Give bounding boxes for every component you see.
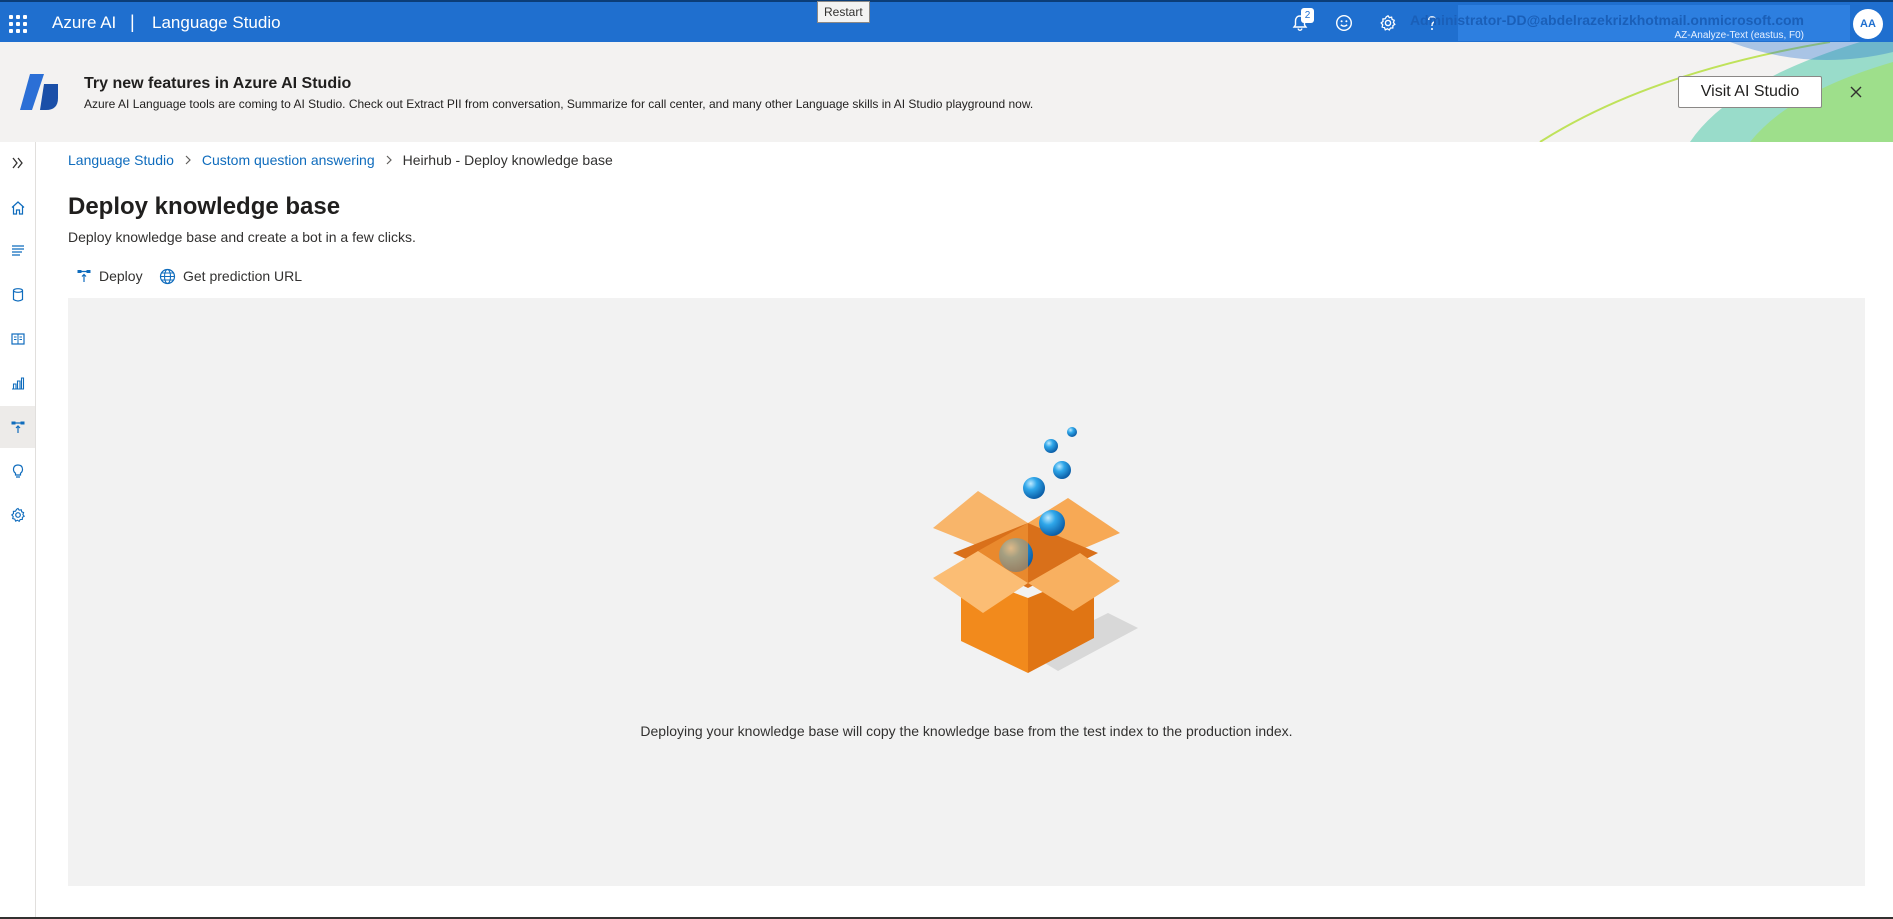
get-prediction-url-button[interactable]: Get prediction URL (159, 264, 302, 288)
account-subtitle: AZ-Analyze-Text (eastus, F0) (1674, 30, 1804, 41)
brand-link[interactable]: Azure AI (52, 13, 116, 33)
globe-icon (159, 268, 176, 284)
avatar[interactable]: AA (1853, 9, 1883, 39)
get-prediction-url-label: Get prediction URL (183, 268, 303, 284)
close-icon[interactable] (1846, 82, 1866, 102)
page-title: Deploy knowledge base (68, 193, 341, 220)
breadcrumb-language-studio[interactable]: Language Studio (68, 152, 174, 168)
top-bar: Azure AI | Language Studio 2 Administrat… (0, 0, 1893, 42)
chevron-right-icon (184, 155, 192, 165)
bell-icon[interactable]: 2 (1288, 8, 1314, 35)
lightbulb-icon[interactable] (0, 450, 35, 492)
home-icon[interactable] (0, 187, 35, 229)
banner-text: Azure AI Language tools are coming to AI… (84, 97, 1034, 111)
left-navigation (0, 142, 36, 919)
breadcrumb: Language Studio Custom question answerin… (68, 152, 613, 168)
database-icon[interactable] (0, 274, 35, 316)
chevron-right-icon (385, 155, 393, 165)
deploy-button[interactable]: Deploy (76, 264, 143, 288)
expand-icon[interactable] (0, 142, 35, 184)
text-icon[interactable] (0, 230, 35, 272)
settings-icon[interactable] (0, 494, 35, 536)
product-name[interactable]: Language Studio (152, 13, 281, 33)
deploy-icon (77, 270, 91, 282)
restart-tooltip: Restart (817, 1, 870, 23)
page-subtitle: Deploy knowledge base and create a bot i… (68, 229, 416, 245)
deploy-panel: Deploying your knowledge base will copy … (68, 298, 1865, 886)
deploy-icon[interactable] (0, 406, 35, 448)
gear-icon[interactable] (1376, 11, 1400, 35)
deploy-label: Deploy (99, 268, 143, 284)
azure-ai-studio-logo (18, 68, 62, 116)
smiley-icon[interactable] (1332, 11, 1356, 35)
waffle-icon[interactable] (9, 15, 27, 33)
breadcrumb-custom-question-answering[interactable]: Custom question answering (202, 152, 375, 168)
promo-banner: Try new features in Azure AI Studio Azur… (0, 42, 1893, 142)
banner-title: Try new features in Azure AI Studio (84, 75, 352, 92)
deploy-message: Deploying your knowledge base will copy … (640, 723, 1293, 739)
brand-separator: | (130, 12, 135, 32)
account-area[interactable]: Administrator-DD@abdelrazekrizkhotmail.o… (1410, 5, 1850, 41)
chart-icon[interactable] (0, 362, 35, 404)
open-box-illustration (858, 423, 1158, 683)
account-name: Administrator-DD@abdelrazekrizkhotmail.o… (1409, 12, 1804, 28)
visit-ai-studio-button[interactable]: Visit AI Studio (1678, 76, 1822, 108)
book-icon[interactable] (0, 318, 35, 360)
notification-badge: 2 (1301, 8, 1314, 23)
breadcrumb-current: Heirhub - Deploy knowledge base (402, 152, 613, 168)
